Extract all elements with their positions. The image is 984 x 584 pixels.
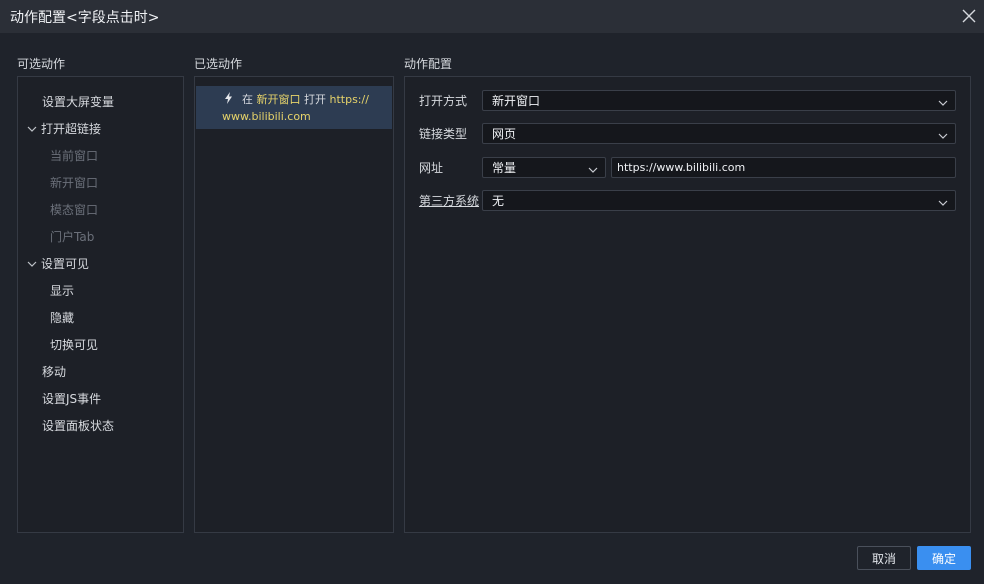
action-config-label: 动作配置	[404, 57, 453, 71]
link-type-label: 链接类型	[419, 127, 468, 141]
lightning-icon	[224, 92, 233, 104]
action-url-part1: https://	[329, 93, 369, 106]
link-type-value: 网页	[492, 127, 517, 141]
url-mode-select[interactable]: 常量	[482, 157, 606, 178]
tree-group-label: 设置可见	[41, 257, 90, 271]
tree-group-set-visible[interactable]: 设置可见	[18, 251, 183, 278]
tree-item-label: 显示	[50, 284, 75, 298]
chevron-down-icon	[938, 129, 948, 139]
open-mode-value: 新开窗口	[492, 94, 541, 108]
action-config-panel: 打开方式 新开窗口 链接类型 网页 网址 常量 第三方系统 无	[404, 76, 971, 533]
action-text-line1: 在 新开窗口 打开 https://	[222, 91, 384, 108]
tree-item-label: 当前窗口	[50, 149, 99, 163]
cancel-button[interactable]: 取消	[857, 546, 911, 570]
tree-item-label: 设置面板状态	[42, 419, 115, 433]
tree-item-label: 切换可见	[50, 338, 99, 352]
tree-item-modal-window: 模态窗口	[18, 197, 183, 224]
tree-item-set-screen-var[interactable]: 设置大屏变量	[18, 89, 183, 116]
tree-item-show[interactable]: 显示	[18, 278, 183, 305]
ok-button[interactable]: 确定	[917, 546, 971, 570]
url-input[interactable]	[611, 157, 956, 178]
third-party-select[interactable]: 无	[482, 190, 956, 211]
link-type-select[interactable]: 网页	[482, 123, 956, 144]
chevron-down-icon[interactable]	[27, 251, 41, 278]
tree-group-open-link[interactable]: 打开超链接	[18, 116, 183, 143]
tree-item-label: 设置JS事件	[42, 392, 102, 406]
action-url-part2: www.bilibili.com	[222, 110, 311, 123]
chevron-down-icon	[938, 196, 948, 206]
tree-item-label: 模态窗口	[50, 203, 99, 217]
third-party-row: 第三方系统	[419, 190, 483, 211]
url-mode-value: 常量	[492, 161, 517, 175]
chevron-down-icon	[588, 163, 598, 173]
url-label: 网址	[419, 161, 444, 175]
tree-item-portal-tab: 门户Tab	[18, 224, 183, 251]
selected-actions-label: 已选动作	[194, 57, 243, 71]
tree-item-move[interactable]: 移动	[18, 359, 183, 386]
tree-item-label: 设置大屏变量	[42, 95, 115, 109]
third-party-label[interactable]: 第三方系统	[419, 192, 483, 209]
available-actions-panel: 设置大屏变量 打开超链接 当前窗口 新开窗口 模态窗口 门户Tab 设置可见 显…	[17, 76, 184, 533]
tree-item-new-window: 新开窗口	[18, 170, 183, 197]
tree-item-set-panel-state[interactable]: 设置面板状态	[18, 413, 183, 440]
selected-action-item[interactable]: 在 新开窗口 打开 https:// www.bilibili.com	[196, 86, 392, 129]
dialog-title: 动作配置<字段点击时>	[10, 9, 160, 26]
action-verb: 打开	[304, 93, 326, 106]
tree-item-label: 移动	[42, 365, 67, 379]
tree-item-current-window: 当前窗口	[18, 143, 183, 170]
tree-item-label: 门户Tab	[50, 230, 95, 244]
tree-item-label: 隐藏	[50, 311, 75, 325]
open-mode-select[interactable]: 新开窗口	[482, 90, 956, 111]
chevron-down-icon	[938, 96, 948, 106]
tree-group-label: 打开超链接	[41, 122, 102, 136]
title-bar: 动作配置<字段点击时>	[0, 0, 984, 33]
available-actions-label: 可选动作	[17, 57, 66, 71]
action-target: 新开窗口	[256, 93, 301, 106]
open-mode-row: 打开方式	[419, 90, 483, 111]
open-mode-label: 打开方式	[419, 94, 468, 108]
url-row: 网址	[419, 157, 483, 178]
third-party-value: 无	[492, 194, 505, 208]
selected-actions-panel: 在 新开窗口 打开 https:// www.bilibili.com	[194, 76, 394, 533]
close-icon[interactable]	[960, 7, 978, 25]
link-type-row: 链接类型	[419, 123, 483, 144]
chevron-down-icon[interactable]	[27, 116, 41, 143]
tree-item-toggle-visible[interactable]: 切换可见	[18, 332, 183, 359]
tree-item-set-js-event[interactable]: 设置JS事件	[18, 386, 183, 413]
tree-item-label: 新开窗口	[50, 176, 99, 190]
action-prefix: 在	[242, 93, 253, 106]
tree-item-hide[interactable]: 隐藏	[18, 305, 183, 332]
